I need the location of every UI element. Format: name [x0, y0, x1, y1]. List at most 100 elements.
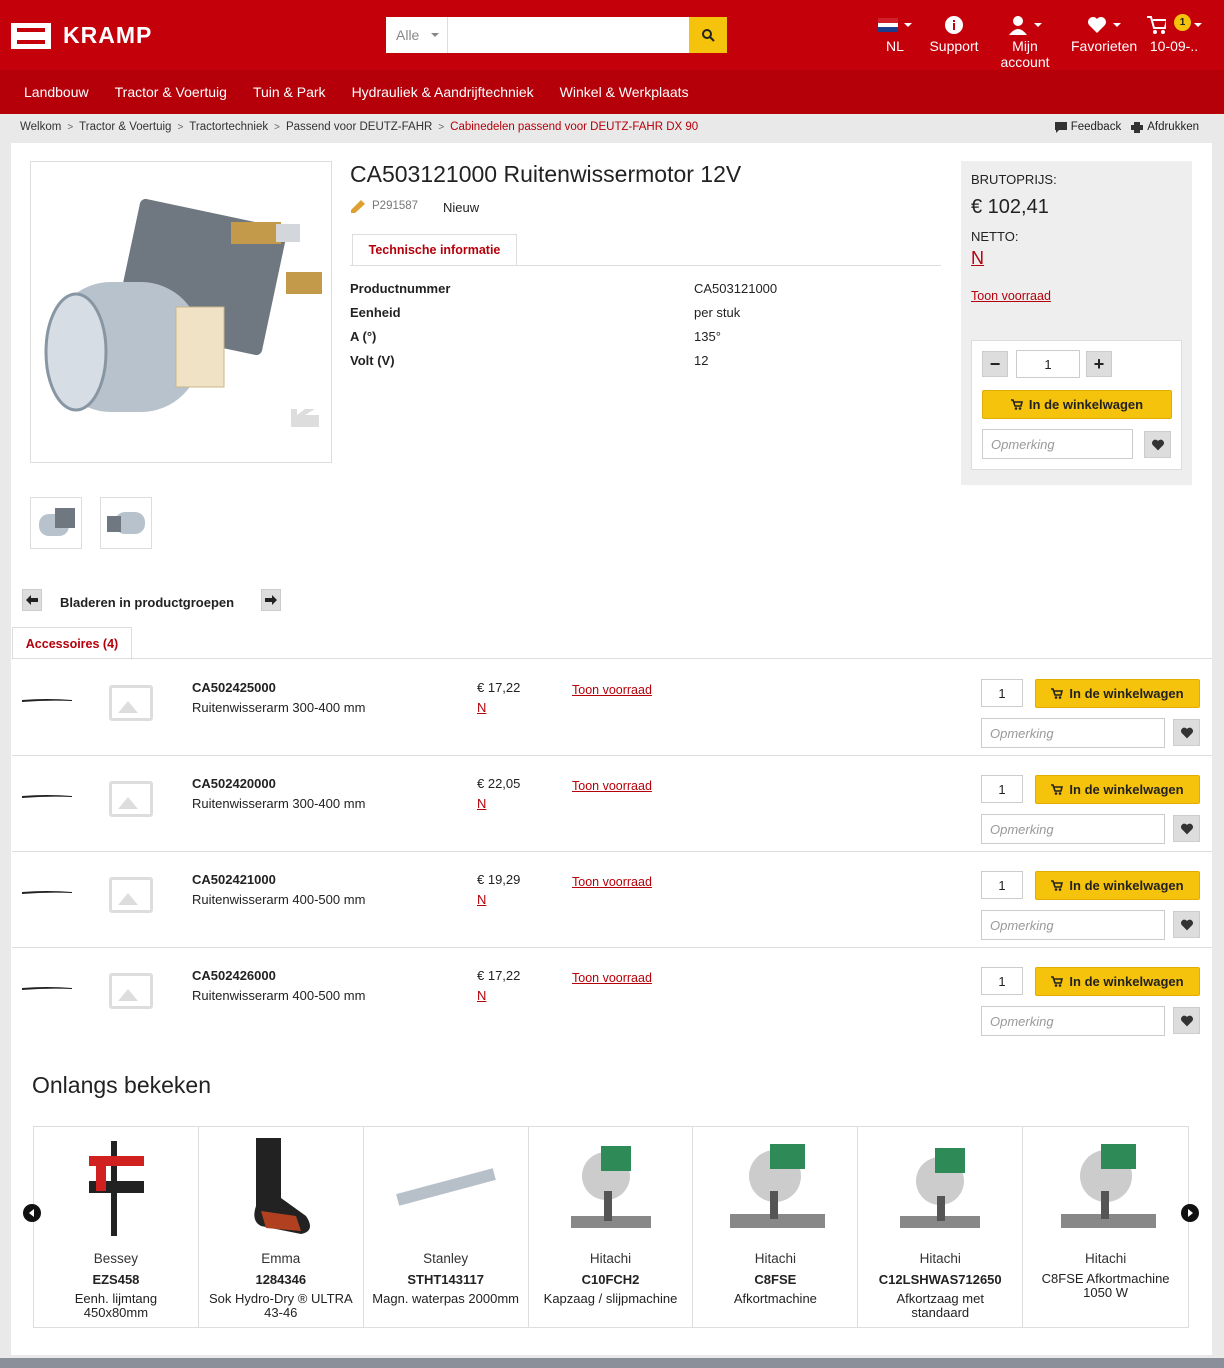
search-category-select[interactable]: Alle [386, 17, 448, 53]
accessory-name[interactable]: Ruitenwisserarm 400-500 mm [192, 892, 365, 907]
accessory-name[interactable]: Ruitenwisserarm 300-400 mm [192, 796, 365, 811]
search-input[interactable] [448, 17, 689, 53]
recent-product-card[interactable]: Hitachi C8FSE Afkortmachine 1050 W [1023, 1127, 1188, 1327]
search-button[interactable] [689, 17, 727, 53]
previous-group-button[interactable] [22, 589, 42, 611]
recently-viewed-carousel: Bessey EZS458 Eenh. lijmtang 450x80mm Em… [33, 1126, 1189, 1328]
add-favorite-button[interactable] [1144, 431, 1171, 458]
breadcrumb-current[interactable]: Cabinedelen passend voor DEUTZ-FAHR DX 9… [450, 121, 698, 133]
recent-desc: Magn. waterpas 2000mm [372, 1291, 519, 1306]
accessory-code[interactable]: CA502421000 [192, 872, 276, 887]
add-to-cart-button[interactable]: In de winkelwagen [1035, 871, 1200, 900]
accessory-name[interactable]: Ruitenwisserarm 300-400 mm [192, 700, 365, 715]
tab-technical-info[interactable]: Technische informatie [352, 234, 517, 266]
accessory-net-link[interactable]: N [477, 700, 486, 715]
print-link[interactable]: Afdrukken [1131, 121, 1199, 133]
recent-product-card[interactable]: Hitachi C8FSE Afkortmachine [693, 1127, 859, 1327]
tab-accessories[interactable]: Accessoires (4) [12, 627, 132, 660]
note-input[interactable]: Opmerking [981, 1006, 1165, 1036]
accessory-price: € 19,29 [477, 872, 521, 887]
breadcrumb-item[interactable]: Passend voor DEUTZ-FAHR [286, 121, 432, 133]
accessory-price: € 17,22 [477, 680, 521, 695]
quantity-input[interactable]: 1 [1016, 350, 1080, 378]
add-favorite-button[interactable] [1173, 719, 1200, 746]
search-category-value: Alle [396, 27, 420, 43]
breadcrumb-item[interactable]: Tractortechniek [189, 121, 268, 133]
recent-desc: Kapzaag / slijpmachine [543, 1291, 678, 1306]
carousel-prev-button[interactable] [23, 1204, 41, 1222]
accessory-row: CA502426000 Ruitenwisserarm 400-500 mm €… [12, 948, 1212, 1044]
recent-product-card[interactable]: Emma 1284346 Sok Hydro-Dry ® ULTRA 43-46 [199, 1127, 364, 1327]
recent-desc: Sok Hydro-Dry ® ULTRA 43-46 [208, 1291, 353, 1320]
show-stock-link[interactable]: Toon voorraad [572, 971, 652, 985]
add-to-cart-button[interactable]: In de winkelwagen [1035, 775, 1200, 804]
recent-code: C10FCH2 [581, 1272, 640, 1287]
cart-icon [1010, 399, 1023, 410]
cart-menu[interactable]: 1 10-09-.. [1146, 12, 1202, 54]
net-price-link[interactable]: N [971, 248, 984, 269]
saw-icon [1060, 1144, 1156, 1228]
add-favorite-button[interactable] [1173, 815, 1200, 842]
note-input[interactable]: Opmerking [981, 814, 1165, 844]
show-stock-link[interactable]: Toon voorraad [572, 875, 652, 889]
cart-count-badge: 1 [1174, 14, 1191, 31]
show-stock-link[interactable]: Toon voorraad [572, 779, 652, 793]
quantity-input[interactable]: 1 [981, 871, 1023, 899]
accessory-code[interactable]: CA502425000 [192, 680, 276, 695]
show-stock-link[interactable]: Toon voorraad [572, 683, 652, 697]
note-input[interactable]: Opmerking [981, 910, 1165, 940]
gross-price-label: BRUTOPRIJS: [971, 172, 1057, 187]
favorites-menu[interactable]: Favorieten [1071, 12, 1137, 54]
quantity-input[interactable]: 1 [981, 967, 1023, 995]
feedback-link[interactable]: Feedback [1054, 121, 1121, 133]
tab-divider [350, 265, 941, 266]
add-favorite-button[interactable] [1173, 1007, 1200, 1034]
show-stock-link[interactable]: Toon voorraad [971, 289, 1051, 303]
kramp-logo[interactable]: KRAMP [11, 22, 152, 49]
support-link[interactable]: Support [928, 12, 980, 54]
accessory-code[interactable]: CA502420000 [192, 776, 276, 791]
browse-product-groups: Bladeren in productgroepen [22, 589, 281, 613]
recent-product-card[interactable]: Hitachi C10FCH2 Kapzaag / slijpmachine [529, 1127, 694, 1327]
nav-item-tuin-park[interactable]: Tuin & Park [240, 84, 339, 100]
decrease-quantity-button[interactable]: − [982, 351, 1008, 377]
nav-item-landbouw[interactable]: Landbouw [11, 84, 102, 100]
nav-item-winkel-werkplaats[interactable]: Winkel & Werkplaats [547, 84, 702, 100]
accessory-name[interactable]: Ruitenwisserarm 400-500 mm [192, 988, 365, 1003]
recent-brand: Hitachi [589, 1251, 632, 1266]
note-input[interactable]: Opmerking [982, 429, 1133, 459]
image-placeholder-icon [109, 973, 153, 1009]
recent-code: C12LSHWAS712650 [878, 1272, 1002, 1287]
product-thumbnail[interactable] [100, 497, 152, 549]
product-main-image[interactable] [30, 161, 332, 463]
accessory-net-link[interactable]: N [477, 796, 486, 811]
add-to-cart-button[interactable]: In de winkelwagen [1035, 679, 1200, 708]
quantity-input[interactable]: 1 [981, 679, 1023, 707]
nav-item-hydrauliek[interactable]: Hydrauliek & Aandrijftechniek [339, 84, 547, 100]
product-thumbnail[interactable] [30, 497, 82, 549]
quantity-input[interactable]: 1 [981, 775, 1023, 803]
accessory-net-link[interactable]: N [477, 988, 486, 1003]
note-input[interactable]: Opmerking [981, 718, 1165, 748]
spec-label: A (°) [350, 329, 377, 344]
recent-product-card[interactable]: Stanley STHT143117 Magn. waterpas 2000mm [364, 1127, 529, 1327]
plus-icon: + [1093, 353, 1105, 374]
increase-quantity-button[interactable]: + [1086, 351, 1112, 377]
recent-desc: C8FSE Afkortmachine 1050 W [1041, 1271, 1170, 1300]
add-to-cart-button[interactable]: In de winkelwagen [982, 390, 1172, 419]
nav-item-tractor-voertuig[interactable]: Tractor & Voertuig [102, 84, 240, 100]
breadcrumb-item[interactable]: Tractor & Voertuig [79, 121, 171, 133]
accessory-net-link[interactable]: N [477, 892, 486, 907]
chevron-down-icon [1034, 23, 1042, 31]
recent-product-card[interactable]: Bessey EZS458 Eenh. lijmtang 450x80mm [34, 1127, 199, 1327]
accessory-code[interactable]: CA502426000 [192, 968, 276, 983]
language-selector[interactable]: NL [874, 12, 916, 54]
add-favorite-button[interactable] [1173, 911, 1200, 938]
breadcrumb-item[interactable]: Welkom [20, 121, 61, 133]
carousel-next-button[interactable] [1181, 1204, 1199, 1222]
recent-code: STHT143117 [407, 1272, 484, 1287]
add-to-cart-button[interactable]: In de winkelwagen [1035, 967, 1200, 996]
account-menu[interactable]: Mijn account [986, 12, 1064, 70]
next-group-button[interactable] [261, 589, 281, 611]
recent-product-card[interactable]: Hitachi C12LSHWAS712650 Afkortzaag met s… [858, 1127, 1024, 1327]
